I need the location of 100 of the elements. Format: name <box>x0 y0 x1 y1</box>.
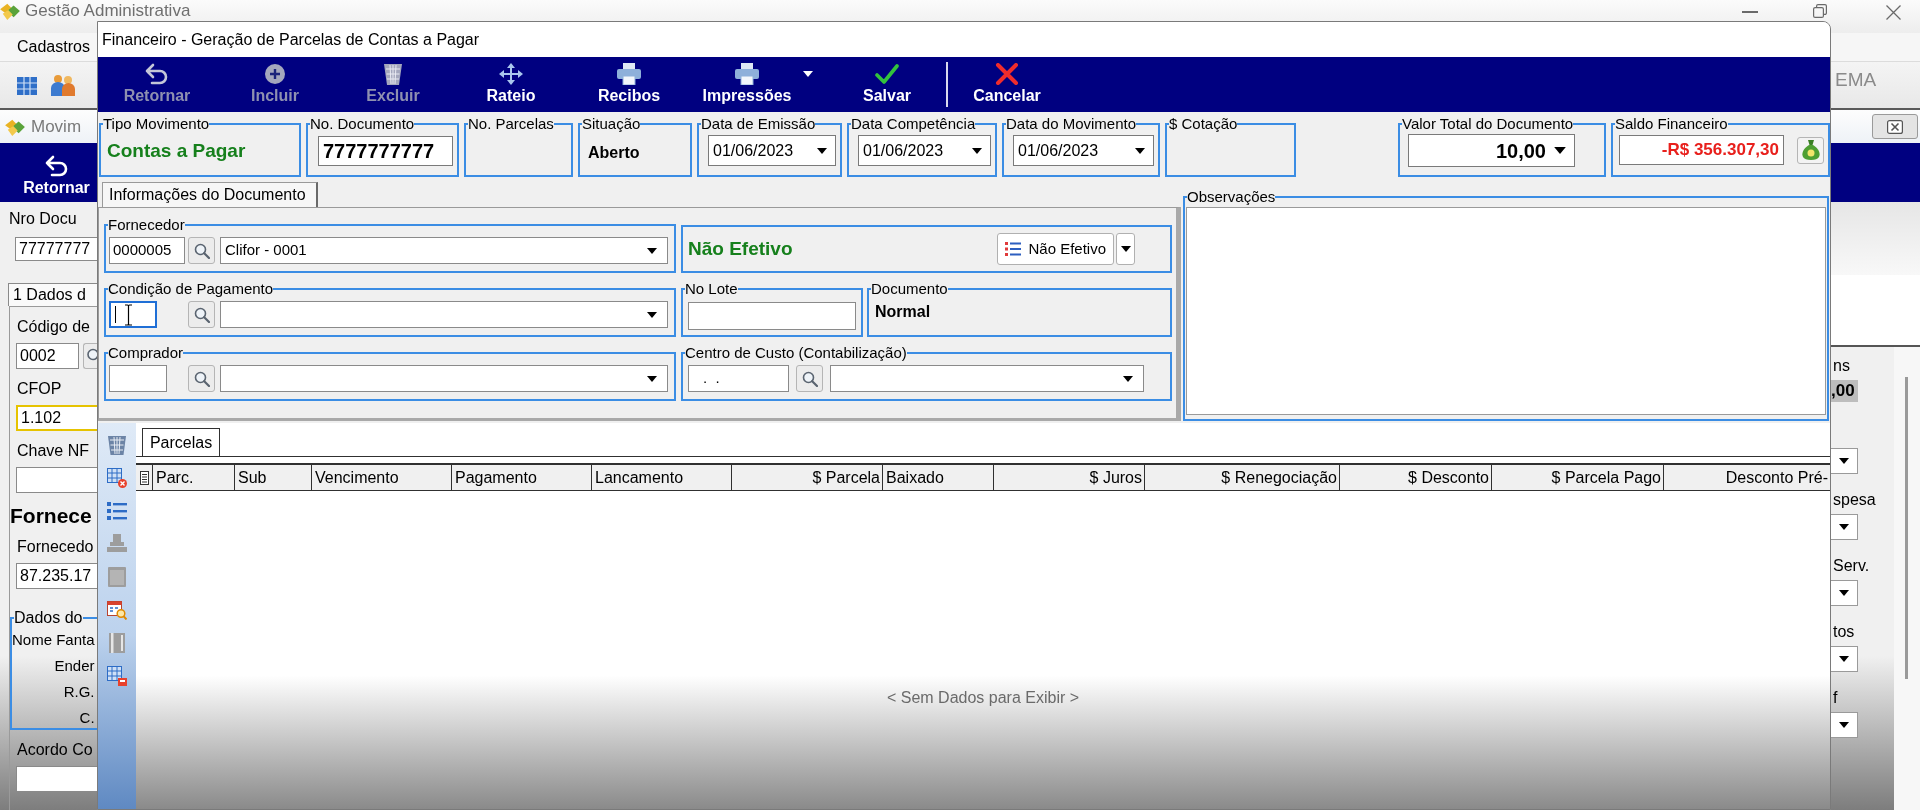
list-icon <box>1005 242 1022 256</box>
toolbar-button[interactable]: Retornar <box>16 143 97 202</box>
code-field[interactable]: 0002 <box>16 343 80 369</box>
date-dropdown[interactable]: 01/06/2023 <box>858 135 991 166</box>
back-arrow-icon <box>44 155 69 177</box>
group-label: Tipo Movimento <box>103 116 210 132</box>
column-header[interactable]: Sub <box>235 465 312 490</box>
tab[interactable]: Informações do Documento <box>102 182 318 207</box>
amount-dropdown[interactable]: 10,00 <box>1408 134 1575 167</box>
restore-button[interactable] <box>1813 4 1827 18</box>
caret-icon <box>1839 524 1849 530</box>
close-button[interactable] <box>1872 114 1918 139</box>
grid-tool-button[interactable] <box>107 468 127 488</box>
text-caret-icon <box>115 306 116 323</box>
status-menu-button[interactable] <box>1116 233 1135 265</box>
window-title: Gestão Administrativa <box>25 2 191 20</box>
field-label: ns <box>1832 357 1851 374</box>
caret-icon <box>1839 656 1849 662</box>
toolbar-button[interactable] <box>51 74 75 96</box>
column-header[interactable]: $ Desconto <box>1340 465 1492 490</box>
column-header[interactable]: Parc. <box>153 465 235 490</box>
column-chooser-icon <box>139 470 149 485</box>
close-button[interactable] <box>1886 5 1901 20</box>
caret-icon <box>817 147 827 154</box>
code-field[interactable]: 0000005 <box>109 237 185 264</box>
toolbar-button[interactable]: Recibos <box>570 57 688 112</box>
dropdown-field[interactable]: Clifor - 0001 <box>220 237 668 264</box>
book-icon <box>107 633 127 653</box>
column-header[interactable]: $ Renegociação <box>1145 465 1340 490</box>
dropdown-field[interactable] <box>220 365 668 392</box>
dropdown-button[interactable] <box>1831 580 1858 606</box>
caret-icon <box>1839 722 1849 728</box>
close-icon <box>1886 5 1901 20</box>
group-label: Valor Total do Documento <box>1402 116 1574 132</box>
date-dropdown[interactable]: 01/06/2023 <box>1013 135 1154 166</box>
caret-icon <box>647 311 657 318</box>
table-icon <box>107 666 127 686</box>
field-label: Nome Fanta <box>12 631 96 648</box>
search-button[interactable] <box>188 301 215 328</box>
dropdown-button[interactable] <box>1831 514 1858 540</box>
toolbar-button[interactable] <box>17 75 37 95</box>
caret-icon <box>1120 246 1131 252</box>
field-label: Ender <box>53 657 96 674</box>
status-button[interactable]: Não Efetivo <box>997 233 1114 265</box>
caret-icon <box>1839 590 1849 596</box>
building-icon <box>17 75 37 95</box>
text-field[interactable] <box>16 467 97 493</box>
restore-icon <box>1813 4 1827 18</box>
document-number-field[interactable]: 7777777777 <box>318 136 453 166</box>
column-header[interactable]: $ Parcela Pago <box>1492 465 1664 490</box>
text-field[interactable]: 1.102 <box>16 405 97 431</box>
search-button[interactable] <box>188 237 215 264</box>
dropdown-button[interactable] <box>1831 448 1858 474</box>
menu-item[interactable]: Cadastros <box>17 35 90 59</box>
stamp-icon <box>107 534 127 554</box>
search-button[interactable] <box>796 365 823 392</box>
search-button[interactable] <box>188 365 215 392</box>
code-field[interactable] <box>109 365 167 392</box>
text-field[interactable]: 87.235.17 <box>16 563 97 589</box>
caret-icon <box>1135 147 1145 154</box>
text-field[interactable] <box>16 766 97 792</box>
column-header[interactable]: $ Parcela <box>732 465 883 490</box>
column-header[interactable]: Lancamento <box>592 465 732 490</box>
printer-icon <box>617 63 641 85</box>
code-field[interactable] <box>109 301 157 328</box>
toolbar-button[interactable]: Cancelar <box>948 57 1066 112</box>
search-button[interactable] <box>83 343 97 369</box>
toolbar-button[interactable]: Impressões <box>688 57 828 112</box>
column-header[interactable]: Pagamento <box>452 465 592 490</box>
field-label: CFOP <box>17 380 63 397</box>
table-delete-icon <box>107 468 127 488</box>
caret-icon <box>1839 458 1849 464</box>
field-label: Nro Docu <box>9 210 78 227</box>
dropdown-field[interactable] <box>220 301 668 328</box>
caret-icon <box>1123 375 1133 382</box>
tab[interactable]: Parcelas <box>142 428 220 456</box>
check-icon <box>875 63 899 85</box>
column-header[interactable]: $ Juros <box>994 465 1145 490</box>
toolbar-button[interactable]: Rateio <box>452 57 570 112</box>
column-header[interactable]: Desconto Pré- <box>1664 465 1830 490</box>
dropdown-field[interactable] <box>830 365 1144 392</box>
grid-tool-button[interactable] <box>107 600 127 620</box>
lot-field[interactable] <box>688 302 856 330</box>
grid-tool-button[interactable] <box>107 501 127 521</box>
group-label: No. Documento <box>310 116 415 132</box>
document-number-field[interactable]: 77777777 <box>15 237 97 261</box>
grid-tool-button[interactable] <box>107 666 127 686</box>
column-header[interactable]: Baixado <box>883 465 994 490</box>
dropdown-button[interactable] <box>1831 712 1858 738</box>
caret-icon <box>1554 147 1566 154</box>
tab[interactable]: 1 Dados d <box>8 283 97 306</box>
date-dropdown[interactable]: 01/06/2023 <box>708 135 836 166</box>
close-icon <box>1887 119 1903 134</box>
grid-tool-button[interactable] <box>107 435 127 455</box>
dropdown-button[interactable] <box>1831 646 1858 672</box>
toolbar-button[interactable]: Salvar <box>828 57 946 112</box>
column-header[interactable]: Vencimento <box>312 465 452 490</box>
group-label: Fornecedor <box>108 217 185 233</box>
balance-button[interactable] <box>1797 136 1824 164</box>
cost-center-field[interactable]: . . <box>688 365 789 392</box>
